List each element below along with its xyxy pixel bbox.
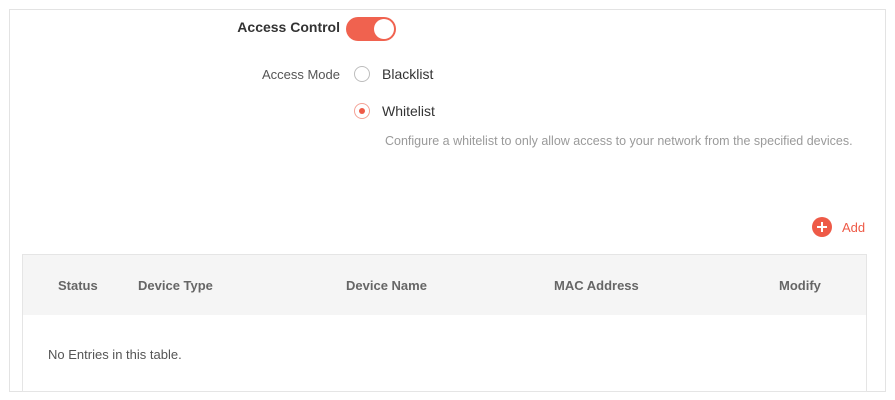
column-status: Status <box>58 278 98 293</box>
empty-table-message: No Entries in this table. <box>48 347 182 362</box>
add-button[interactable]: Add <box>812 217 865 237</box>
access-control-label: Access Control <box>237 19 340 35</box>
access-mode-label: Access Mode <box>261 67 340 82</box>
radio-blacklist[interactable]: Blacklist <box>354 66 433 82</box>
column-device-name: Device Name <box>346 278 427 293</box>
toggle-knob <box>374 19 394 39</box>
radio-whitelist-label: Whitelist <box>382 103 435 119</box>
radio-whitelist-circle[interactable] <box>354 103 370 119</box>
radio-whitelist[interactable]: Whitelist <box>354 103 435 119</box>
device-table: Status Device Type Device Name MAC Addre… <box>22 254 867 392</box>
table-header: Status Device Type Device Name MAC Addre… <box>23 255 866 315</box>
access-control-toggle[interactable] <box>346 17 396 41</box>
radio-blacklist-label: Blacklist <box>382 66 434 82</box>
column-device-type: Device Type <box>138 278 213 293</box>
column-modify: Modify <box>779 278 821 293</box>
column-mac-address: MAC Address <box>554 278 639 293</box>
plus-circle-icon <box>812 217 832 237</box>
whitelist-description: Configure a whitelist to only allow acce… <box>385 134 853 148</box>
radio-blacklist-circle[interactable] <box>354 66 370 82</box>
add-button-label: Add <box>842 219 866 235</box>
